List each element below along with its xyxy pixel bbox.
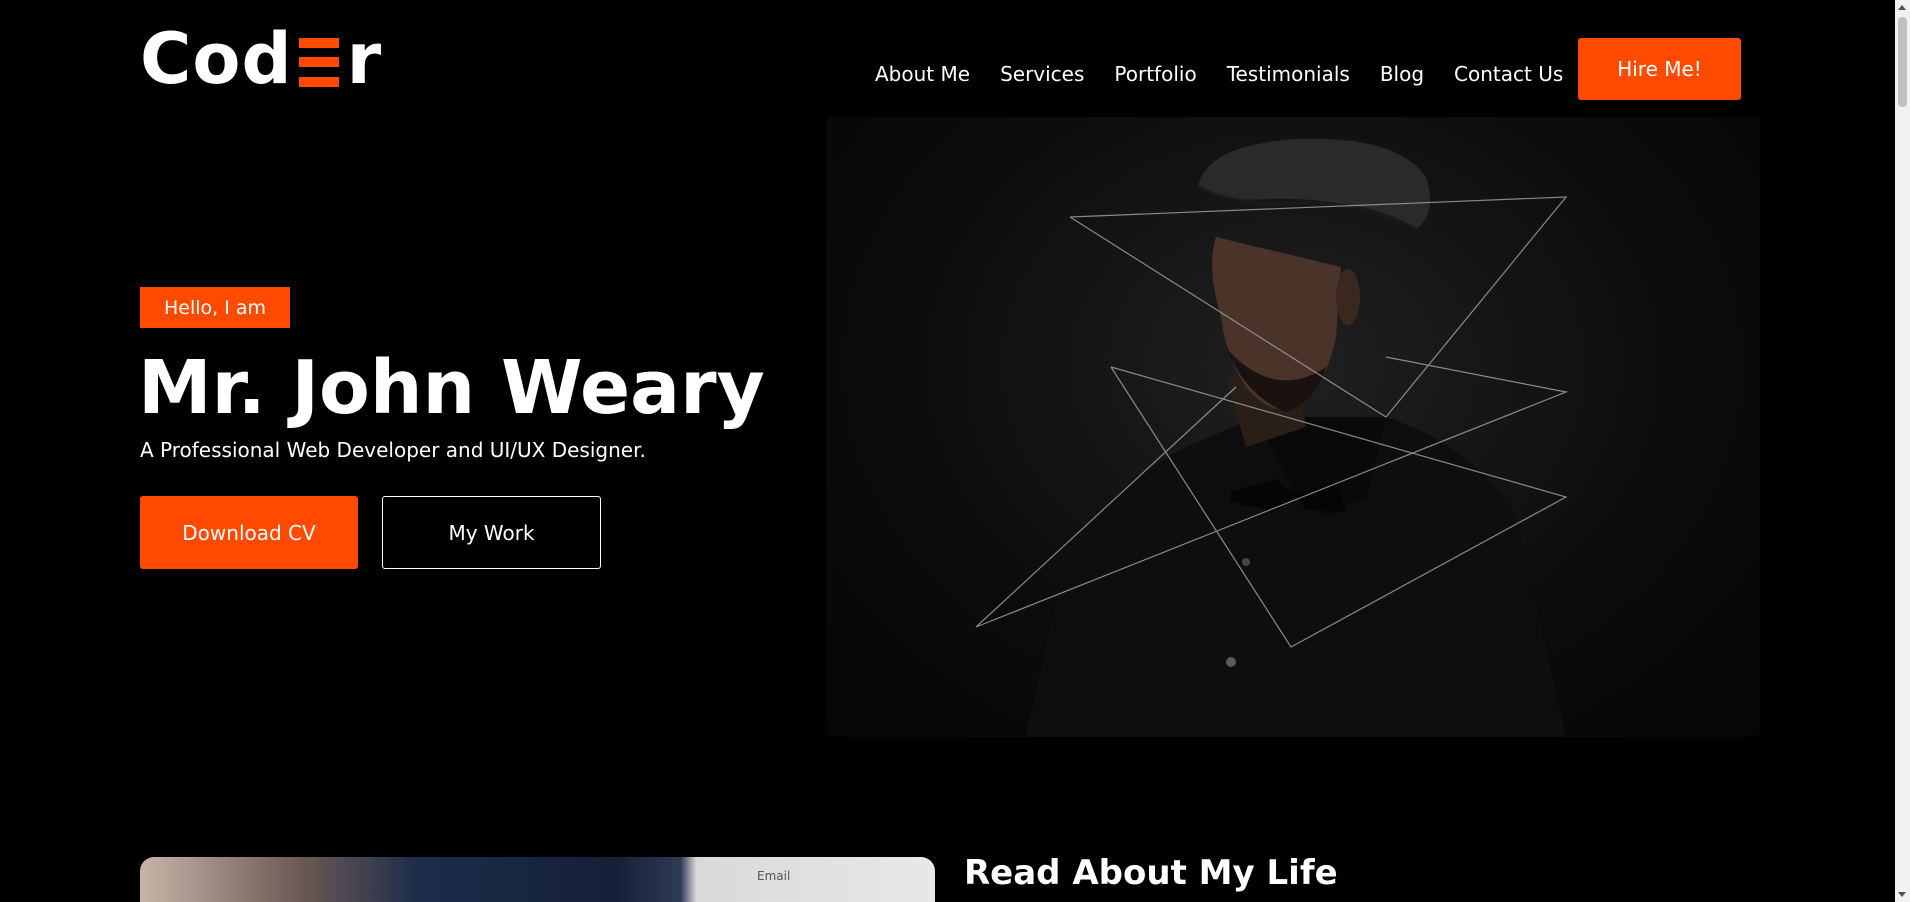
page-scrollbar[interactable] bbox=[1895, 0, 1910, 902]
scrollbar-thumb[interactable] bbox=[1898, 17, 1907, 107]
hire-me-button[interactable]: Hire Me! bbox=[1578, 38, 1741, 100]
scroll-up-arrow-icon[interactable] bbox=[1898, 5, 1906, 10]
my-work-button[interactable]: My Work bbox=[382, 496, 601, 569]
about-section-title: Read About My Life bbox=[964, 853, 1338, 893]
nav-item-blog[interactable]: Blog bbox=[1380, 62, 1424, 86]
logo-e-bars-icon bbox=[298, 37, 339, 87]
logo-text-left: Cod bbox=[140, 18, 293, 100]
site-logo[interactable]: Cod r bbox=[140, 24, 382, 94]
about-image-email-text: Email bbox=[757, 869, 791, 883]
hello-badge: Hello, I am bbox=[140, 287, 290, 328]
nav-item-testimonials[interactable]: Testimonials bbox=[1227, 62, 1350, 86]
hero-name: Mr. John Weary bbox=[138, 345, 765, 431]
hero-tagline: A Professional Web Developer and UI/UX D… bbox=[140, 438, 646, 462]
about-image: Email bbox=[140, 857, 935, 902]
hero-portrait-image bbox=[826, 117, 1760, 737]
nav-item-contact[interactable]: Contact Us bbox=[1454, 62, 1563, 86]
scroll-down-arrow-icon[interactable] bbox=[1898, 892, 1906, 897]
logo-text-right: r bbox=[346, 18, 383, 100]
nav-item-services[interactable]: Services bbox=[1000, 62, 1084, 86]
main-nav: About Me Services Portfolio Testimonials… bbox=[875, 62, 1593, 86]
nav-item-about[interactable]: About Me bbox=[875, 62, 970, 86]
nav-item-portfolio[interactable]: Portfolio bbox=[1114, 62, 1196, 86]
download-cv-button[interactable]: Download CV bbox=[140, 496, 358, 569]
portrait-illustration bbox=[975, 138, 1569, 737]
